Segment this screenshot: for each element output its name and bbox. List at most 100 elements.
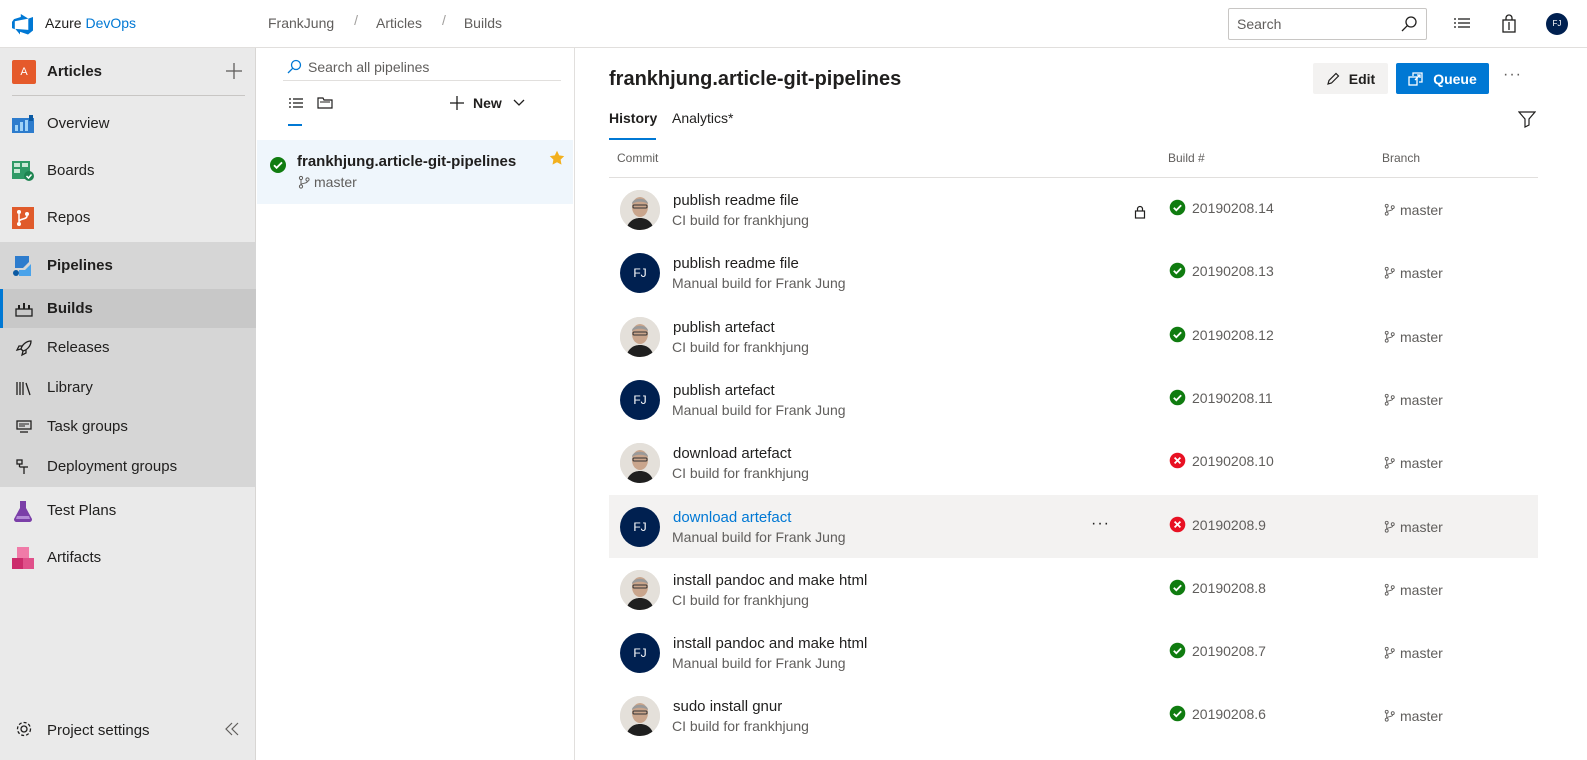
nav-subitem-label: Task groups xyxy=(47,418,128,435)
nav-item-repos[interactable]: Repos xyxy=(0,194,256,241)
flask-icon xyxy=(14,500,32,522)
project-settings-link[interactable]: Project settings xyxy=(0,710,256,750)
build-row[interactable]: publish readme file CI build for frankhju… xyxy=(609,178,1538,241)
build-row[interactable]: FJ download artefact Manual build for Fran… xyxy=(609,494,1538,558)
edit-button[interactable]: Edit xyxy=(1313,63,1388,94)
build-history-main: frankhjung.article-git-pipelines Edit Qu… xyxy=(576,48,1587,760)
azure-devops-logo-icon[interactable] xyxy=(11,12,35,36)
overview-icon xyxy=(12,114,34,133)
add-icon[interactable] xyxy=(225,62,243,80)
nav-subitem-label: Deployment groups xyxy=(47,458,178,475)
commit-message-link[interactable]: sudo install gnur xyxy=(673,698,782,715)
author-initials-avatar: FJ xyxy=(620,253,660,294)
breadcrumb-project[interactable]: Articles xyxy=(376,15,422,31)
author-photo-avatar xyxy=(620,696,660,737)
build-branch: master xyxy=(1400,645,1443,662)
build-reason: CI build for frankhjung xyxy=(672,338,809,355)
build-row[interactable]: publish artefact CI build for frankhjung 2… xyxy=(609,305,1538,368)
list-view-icon[interactable] xyxy=(288,95,304,111)
build-reason: Manual build for Frank Jung xyxy=(672,528,846,545)
nav-item-label: Boards xyxy=(47,162,95,179)
deployment-groups-icon xyxy=(16,459,28,474)
pipelines-list-panel: Search all pipelines New frankhjung.arti… xyxy=(257,48,575,760)
build-row[interactable]: install pandoc and make html CI build for… xyxy=(609,558,1538,621)
breadcrumb-separator: / xyxy=(441,12,446,28)
pipelines-search-input[interactable]: Search all pipelines xyxy=(283,53,561,81)
commit-message-link[interactable]: publish readme file xyxy=(673,192,799,209)
nav-item-boards[interactable]: Boards xyxy=(0,147,256,194)
search-placeholder: Search xyxy=(1237,16,1282,32)
commit-message-link[interactable]: publish artefact xyxy=(673,319,775,336)
build-row[interactable]: FJ publish readme file Manual build for Fr… xyxy=(609,241,1538,304)
pipeline-name: frankhjung.article-git-pipelines xyxy=(297,153,517,170)
commit-message-link[interactable]: download artefact xyxy=(673,509,791,526)
commit-message-link[interactable]: install pandoc and make html xyxy=(673,635,867,652)
nav-item-artifacts[interactable]: Artifacts xyxy=(0,534,256,581)
build-number[interactable]: 20190208.11 xyxy=(1192,390,1273,406)
project-header[interactable]: A Articles xyxy=(12,60,245,96)
collapse-double-chevron-icon[interactable] xyxy=(223,720,241,738)
page-title: frankhjung.article-git-pipelines xyxy=(609,68,902,90)
pipeline-list-item[interactable]: frankhjung.article-git-pipelines master xyxy=(257,140,573,204)
breadcrumb-organization[interactable]: FrankJung xyxy=(268,15,334,31)
commit-message-link[interactable]: publish readme file xyxy=(673,255,799,272)
filter-icon[interactable] xyxy=(1518,110,1536,128)
nav-item-pipelines[interactable]: Pipelines xyxy=(0,242,256,289)
build-number[interactable]: 20190208.8 xyxy=(1192,580,1266,596)
breadcrumb-builds[interactable]: Builds xyxy=(464,15,502,31)
build-number[interactable]: 20190208.9 xyxy=(1192,517,1266,533)
more-actions-button[interactable]: ··· xyxy=(1503,66,1522,84)
build-row[interactable]: download artefact CI build for frankhjung… xyxy=(609,431,1538,494)
branch-icon xyxy=(1383,330,1396,343)
build-number[interactable]: 20190208.7 xyxy=(1192,643,1266,659)
nav-subitem-library[interactable]: Library xyxy=(0,368,256,407)
task-list-icon[interactable] xyxy=(1452,14,1472,34)
build-row[interactable]: FJ publish artefact Manual build for Frank… xyxy=(609,368,1538,431)
build-reason: CI build for frankhjung xyxy=(672,718,809,735)
pipelines-search-placeholder: Search all pipelines xyxy=(308,59,430,75)
search-input[interactable]: Search xyxy=(1228,8,1427,40)
brand-name[interactable]: Azure DevOps xyxy=(45,15,136,31)
marketplace-bag-icon[interactable] xyxy=(1499,14,1519,34)
build-number[interactable]: 20190208.6 xyxy=(1192,706,1266,722)
build-number[interactable]: 20190208.13 xyxy=(1192,263,1274,279)
folder-view-icon[interactable] xyxy=(317,94,333,110)
library-icon xyxy=(16,382,31,396)
row-more-actions-button[interactable]: ··· xyxy=(1091,515,1110,533)
nav-subitem-label: Releases xyxy=(47,339,110,356)
build-reason: CI build for frankhjung xyxy=(672,591,809,608)
branch-icon xyxy=(1383,646,1396,659)
selected-tab-indicator xyxy=(609,138,656,140)
branch-icon xyxy=(298,175,310,189)
new-pipeline-button[interactable]: New xyxy=(449,92,526,114)
failed-status-icon xyxy=(1169,516,1186,533)
success-status-icon xyxy=(1169,579,1186,596)
build-number[interactable]: 20190208.12 xyxy=(1192,327,1274,343)
nav-subitem-builds[interactable]: Builds xyxy=(0,289,256,328)
build-row[interactable]: FJ install pandoc and make html Manual bui… xyxy=(609,621,1538,684)
nav-subitem-deployment-groups[interactable]: Deployment groups xyxy=(0,447,256,486)
commit-message-link[interactable]: install pandoc and make html xyxy=(673,572,867,589)
success-status-icon xyxy=(1169,262,1186,279)
nav-subitem-task-groups[interactable]: Task groups xyxy=(0,407,256,446)
favorite-star-icon[interactable] xyxy=(549,150,565,166)
success-status-icon xyxy=(1169,389,1186,406)
tab-history[interactable]: History xyxy=(609,110,657,126)
nav-item-test-plans[interactable]: Test Plans xyxy=(0,487,256,534)
queue-button[interactable]: Queue xyxy=(1396,63,1489,94)
pencil-icon xyxy=(1326,72,1340,85)
build-branch: master xyxy=(1400,265,1443,282)
build-row[interactable]: sudo install gnur CI build for frankhjung… xyxy=(609,684,1538,747)
failed-status-icon xyxy=(1169,452,1186,469)
breadcrumb: FrankJung / Articles / Builds xyxy=(268,12,502,31)
build-number[interactable]: 20190208.10 xyxy=(1192,453,1274,469)
commit-message-link[interactable]: publish artefact xyxy=(673,382,775,399)
commit-message-link[interactable]: download artefact xyxy=(673,445,791,462)
build-branch: master xyxy=(1400,202,1443,218)
nav-subitem-releases[interactable]: Releases xyxy=(0,328,256,367)
search-icon[interactable] xyxy=(1400,15,1418,33)
nav-item-overview[interactable]: Overview xyxy=(0,100,256,147)
build-number[interactable]: 20190208.14 xyxy=(1192,200,1274,216)
user-avatar[interactable]: FJ xyxy=(1546,13,1568,35)
tab-analytics[interactable]: Analytics* xyxy=(672,110,733,126)
